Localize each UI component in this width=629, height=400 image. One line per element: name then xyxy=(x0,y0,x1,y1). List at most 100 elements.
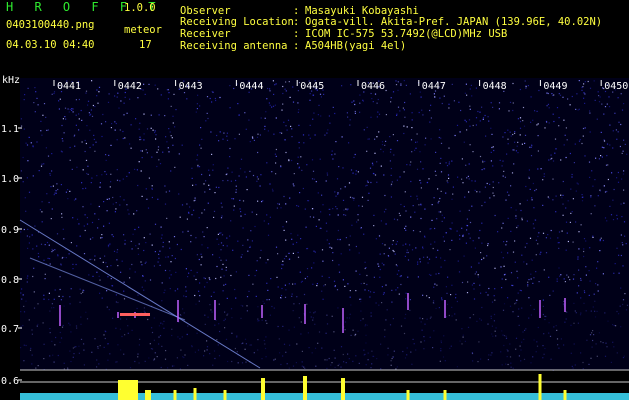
noise-speck xyxy=(288,367,290,369)
noise-speck xyxy=(162,241,164,243)
noise-speck xyxy=(231,198,233,200)
noise-speck xyxy=(480,292,482,294)
noise-speck xyxy=(505,199,507,201)
noise-speck xyxy=(379,253,381,255)
noise-speck xyxy=(182,308,184,310)
noise-speck xyxy=(93,134,95,136)
noise-speck xyxy=(603,140,606,142)
noise-speck xyxy=(420,161,422,163)
noise-speck xyxy=(420,341,422,343)
noise-speck xyxy=(263,220,265,222)
noise-speck xyxy=(227,313,229,315)
noise-speck xyxy=(218,140,220,142)
noise-speck xyxy=(337,193,339,195)
noise-speck xyxy=(140,138,142,140)
noise-speck xyxy=(96,271,98,273)
noise-speck xyxy=(538,281,540,283)
noise-speck xyxy=(472,314,475,316)
noise-speck xyxy=(419,317,421,319)
noise-speck xyxy=(168,277,171,279)
noise-speck xyxy=(75,325,78,327)
noise-speck xyxy=(70,360,72,363)
noise-speck xyxy=(620,203,622,205)
noise-speck xyxy=(530,314,532,316)
noise-speck xyxy=(523,358,526,360)
noise-speck xyxy=(346,209,348,211)
noise-speck xyxy=(296,343,298,345)
noise-speck xyxy=(64,116,66,118)
noise-speck xyxy=(564,321,566,323)
noise-speck xyxy=(572,198,574,200)
noise-speck xyxy=(106,306,108,308)
noise-speck xyxy=(383,264,385,266)
noise-speck xyxy=(153,359,155,361)
noise-speck xyxy=(94,213,96,215)
noise-speck xyxy=(430,104,432,106)
noise-speck xyxy=(288,81,290,83)
noise-speck xyxy=(163,327,165,329)
noise-speck xyxy=(372,101,374,103)
noise-speck xyxy=(474,273,476,275)
noise-speck xyxy=(212,169,214,171)
noise-speck xyxy=(48,201,50,204)
noise-speck xyxy=(331,362,333,364)
noise-speck xyxy=(334,153,336,155)
noise-speck xyxy=(22,324,24,327)
noise-speck xyxy=(335,206,337,208)
noise-speck xyxy=(580,277,582,280)
noise-speck xyxy=(353,199,355,201)
noise-speck xyxy=(344,186,346,188)
noise-speck xyxy=(111,123,113,125)
noise-speck xyxy=(168,128,170,130)
noise-speck xyxy=(402,244,404,246)
noise-speck xyxy=(603,139,605,141)
noise-speck xyxy=(400,275,402,277)
noise-speck xyxy=(529,237,532,239)
noise-speck xyxy=(31,354,33,356)
noise-speck xyxy=(434,170,436,172)
noise-speck xyxy=(389,151,392,153)
noise-speck xyxy=(530,121,532,123)
noise-speck xyxy=(169,270,171,272)
noise-speck xyxy=(590,213,592,215)
noise-speck xyxy=(503,344,505,347)
noise-speck xyxy=(397,81,399,83)
noise-speck xyxy=(490,160,492,162)
noise-speck xyxy=(314,311,316,313)
noise-speck xyxy=(244,171,246,173)
noise-speck xyxy=(99,186,101,188)
noise-speck xyxy=(575,108,577,110)
noise-speck xyxy=(455,297,457,299)
noise-speck xyxy=(235,189,237,191)
noise-speck xyxy=(332,106,334,108)
noise-speck xyxy=(62,140,64,142)
noise-speck xyxy=(231,332,233,334)
noise-speck xyxy=(343,214,345,216)
noise-speck xyxy=(96,366,98,368)
noise-speck xyxy=(424,144,426,146)
noise-speck xyxy=(297,111,299,113)
noise-speck xyxy=(603,113,605,115)
noise-speck xyxy=(147,318,149,321)
noise-speck xyxy=(56,233,59,235)
noise-speck xyxy=(116,259,118,261)
noise-speck xyxy=(419,91,421,93)
noise-speck xyxy=(613,324,615,327)
noise-speck xyxy=(115,202,117,204)
noise-speck xyxy=(599,240,601,242)
noise-speck xyxy=(395,264,397,266)
noise-speck xyxy=(99,257,101,259)
noise-speck xyxy=(158,336,160,338)
noise-speck xyxy=(332,208,334,210)
noise-speck xyxy=(502,309,505,311)
noise-speck xyxy=(275,155,277,157)
noise-speck xyxy=(43,163,45,165)
noise-speck xyxy=(197,166,199,168)
noise-speck xyxy=(178,153,180,155)
noise-speck xyxy=(358,252,360,254)
noise-speck xyxy=(504,273,506,275)
noise-speck xyxy=(87,173,89,175)
noise-speck xyxy=(368,138,370,140)
noise-speck xyxy=(208,169,210,171)
noise-speck xyxy=(516,145,518,147)
